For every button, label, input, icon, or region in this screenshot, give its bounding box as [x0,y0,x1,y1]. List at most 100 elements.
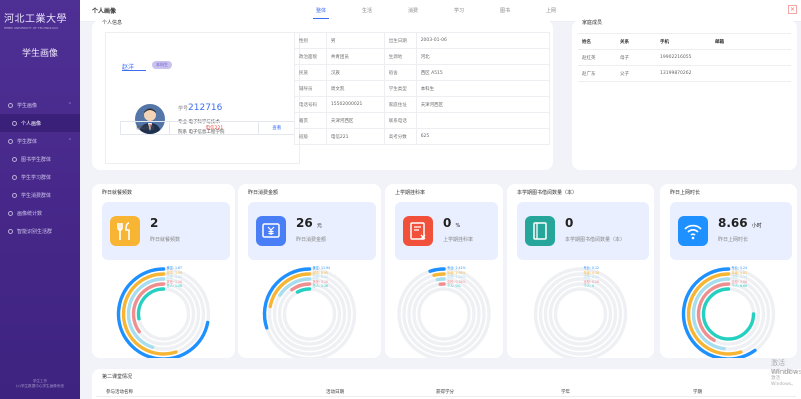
ring-track [282,287,337,341]
ring-track [538,272,623,356]
group-icon [8,138,13,144]
university-logo: 河北工業大學 HEBEI UNIVERSITY OF TECHNOLOGY [4,10,76,30]
book-icon [12,156,17,162]
class-value[interactable]: 电信221 [170,122,260,134]
section-title: 家庭成员 [582,20,603,26]
column-header: 参与活动名称 [106,389,133,395]
legend-entry: 食堂: 11.94 [312,266,331,270]
metric-card: 昨日消费金额 26 元昨日消费金额 食堂: 11.94 超市: 8.95 浴室: 6.4… [238,184,381,358]
column-header: 手机 [656,33,711,50]
ring-track [553,287,608,341]
view-button[interactable]: 查看 [259,122,294,134]
detail-key: 学生类型 [383,80,417,97]
table-cell [711,49,791,66]
detail-value: 625 [415,128,551,145]
sidebar-item-label: 个人画像 [21,120,42,127]
tab-bar: 整体 生活 消费 学习 图书 上网 [298,7,574,19]
detail-key: 出生日期 [383,32,417,49]
close-icon[interactable]: × [788,5,797,14]
detail-value: 天津河西区 [325,112,385,129]
detail-key: 电话号码 [294,96,327,113]
sidebar-menu: 学生画像 ⌃ 个人画像 学生群体 ⌃ 图书学生群体 学生学习群体 学生消费群体 画像… [0,96,80,240]
detail-value [415,112,551,129]
ring-track [417,287,471,341]
comparison-ring-chart [116,267,211,358]
sidebar-item-label: 学生画像 [17,102,38,109]
ring-arc [428,267,446,273]
detail-key: 民族 [294,64,327,81]
sidebar-item-study-group[interactable]: 学生学习群体 [0,168,80,186]
ring-legend: 食堂: 11.94 超市: 8.95 浴室: 6.41 其他: 3.10 总人: 2.3… [313,266,331,289]
detail-key: 辅导员 [294,80,327,97]
detail-value: 河北 [415,48,551,65]
column-header: 邮箱 [711,33,791,50]
detail-value: 2003-01-06 [415,32,551,49]
table-cell: 母子 [616,49,656,66]
ring-track [277,282,342,346]
comparison-ring-chart [397,267,491,358]
sidebar-item-consume-group[interactable]: 学生消费群体 [0,186,80,204]
tab-library[interactable]: 图书 [482,7,528,14]
table-cell [711,65,791,82]
sidebar-item-student-portrait[interactable]: 学生画像 ⌃ [0,96,80,114]
wallet-icon [12,192,17,198]
sidebar-item-student-group[interactable]: 学生群体 ⌃ [0,132,80,150]
detail-key: 性别 [294,32,327,49]
tab-internet[interactable]: 上网 [528,7,574,14]
tab-study[interactable]: 学习 [436,7,482,14]
person-icon [12,120,17,126]
column-header: 活动日期 [326,389,344,395]
detail-value: 共青团员 [325,48,385,65]
sidebar-item-label: 画像统计数 [17,210,43,217]
student-type-badge: 本科生 [152,61,172,69]
ring-legend: 专业: 5.24 年级: 4.81 学院: 4.13 全校: 3.66 个人: 8.66 [732,266,748,289]
detail-value: 周文凯 [325,80,385,97]
sidebar: 河北工業大學 HEBEI UNIVERSITY OF TECHNOLOGY 学生… [0,0,80,399]
detail-value: 男 [325,32,385,49]
detail-key: 政治面貌 [294,48,327,65]
scan-icon [8,228,13,234]
legend-entry: 专业: 5.24 [731,266,748,270]
student-detail-row: 电话号码 15502000021 家庭住址 天津河西区 [294,96,551,113]
student-detail-row: 籍贯 天津河西区 联系电话 [294,112,551,129]
tab-consume[interactable]: 消费 [390,7,436,14]
similarity-control: 相似分值 电信221 查看 [120,121,295,135]
student-detail-table: 性别男出生日期 2003-01-06 政治面貌 共青团员 生源地 河北 民族 汉族 宿舍 西区 A… [294,32,551,145]
detail-value: 电信221 [325,128,385,145]
section-title: 个人信息 [102,20,123,26]
family-card: 家庭成员 姓名 关系 手机 邮箱 赵红英 母子 19902216055 赵广东 父子 131998… [572,20,797,170]
column-header: 学年 [561,389,570,395]
tab-overall[interactable]: 整体 [298,7,344,19]
second-classroom-table-header: 参与活动名称 活动日期 获得学分 学年 学期 [96,387,796,397]
sidebar-item-library-group[interactable]: 图书学生群体 [0,150,80,168]
sidebar-item-smart-identify[interactable]: 智能识别生活群 [0,222,80,240]
metric-card: 昨日上网时长 8.66 小时 昨日上网时长 专业: 5.24 年级: 4.81 学院: 4… [660,184,797,358]
legend-entry: 总人: 2.38 [312,284,329,289]
ring-arc [295,287,312,294]
student-detail-row: 性别男出生日期 2003-01-06 [294,32,551,49]
comparison-ring-chart [681,267,776,358]
comparison-ring-chart [262,267,357,358]
ring-legend: 专业: 0.12 年级: 0.18 学院: 0.21 全校: 0.26 个人: 0 [584,266,600,289]
detail-value: 西区 A515 [415,64,551,81]
legend-entry: 食堂: 1.67 [166,266,183,270]
family-table-header: 姓名 关系 手机 邮箱 [578,33,791,50]
sidebar-item-label: 学生学习群体 [21,174,52,181]
table-cell: 父子 [616,65,656,82]
column-header: 姓名 [578,33,616,50]
detail-key: 宿舍 [383,64,417,81]
detail-value: 汉族 [325,64,385,81]
chart-icon [8,210,13,216]
sidebar-item-statistics[interactable]: 画像统计数 [0,204,80,222]
table-row: 赵广东 父子 13199870262 [578,65,791,82]
windows-activation-hint: 转到"设置"以激活 Windows。 [771,370,798,387]
footer-line-2: (c)学生数据中心学生画像系统 [16,384,64,388]
portrait-icon [8,102,13,108]
section-title: 第二课堂情况 [102,374,133,380]
metric-card: 上学期挂科率 0 % 上学期挂科率 专业: 2.41% 年级: 1.94% 学院: 1.0… [385,184,503,358]
ring-legend: 专业: 2.41% 年级: 1.94% 学院: 1.02% 全校: 0.38% 个人: … [447,266,466,289]
ring-legend: 食堂: 1.67 超市: 1.59 浴室: 1.41 其他: 1.26 总人: 1.08 [167,266,183,289]
sidebar-item-personal-portrait[interactable]: 个人画像 [0,114,80,132]
student-info-card: 个人信息 赵洋 本科生 学号212716 专业 电子科学与技术 院系 电子信息工… [92,20,553,170]
tab-life[interactable]: 生活 [344,7,390,14]
